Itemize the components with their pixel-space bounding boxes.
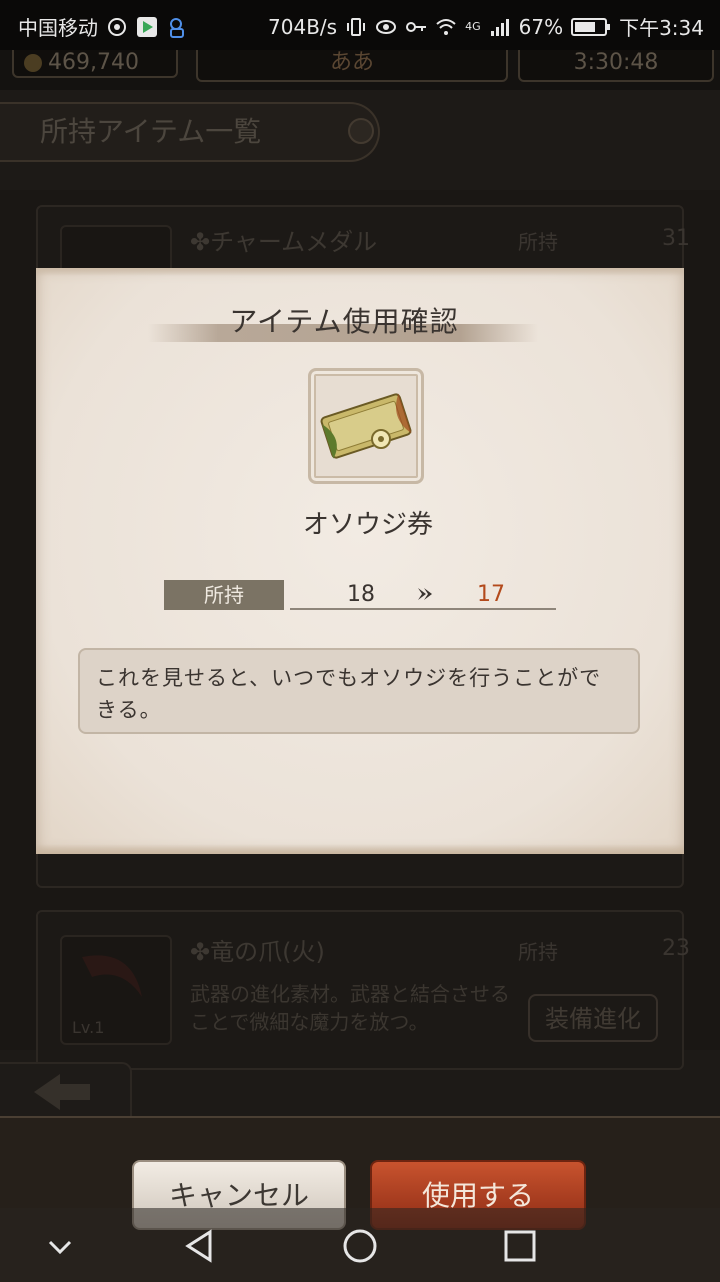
arrow-right-icon (418, 588, 432, 600)
item-thumbnail: Lv.1 (60, 935, 172, 1045)
item-own-label: 所持 (518, 940, 558, 964)
eye-icon (376, 19, 397, 34)
item-description: これを見せると、いつでもオソウジを行うことができる。 (78, 648, 640, 734)
back-arrow-icon (34, 1074, 90, 1110)
item-name-text: チャームメダル (210, 228, 378, 256)
item-count: 23 (662, 936, 690, 961)
dialog-edge (36, 268, 684, 276)
dialog-title: アイテム使用確認 (229, 305, 459, 338)
recents-icon[interactable] (502, 1228, 538, 1264)
title-ornament-icon (348, 118, 374, 144)
item-use-dialog: アイテム使用確認 オソウジ券 所持 18 17 これを見せると、いつでもオソウジ… (36, 268, 684, 854)
owned-underline (290, 608, 556, 610)
item-name: ✤竜の爪(火) (190, 938, 325, 966)
key-icon (406, 21, 427, 32)
coin-value: 469,740 (48, 50, 139, 75)
dialog-edge (36, 844, 684, 854)
carrier-name: 中国移动 (18, 16, 98, 40)
battery-icon (571, 17, 611, 36)
navigation-bar (0, 1208, 720, 1280)
status-bar: 中国移动 704B/s 4G 67% 下午3:34 (0, 0, 720, 50)
sync-icon (108, 17, 126, 36)
item-count: 31 (662, 226, 690, 251)
signal-icon (490, 18, 509, 36)
network-type: 4G (465, 20, 481, 33)
battery-percent: 67% (518, 14, 564, 39)
item-icon-frame (308, 368, 424, 484)
dragon-claw-icon (82, 955, 142, 997)
vibrate-icon (347, 17, 366, 36)
evolve-equipment-button[interactable]: 装備進化 (528, 994, 658, 1042)
owned-label: 所持 (164, 580, 284, 610)
owned-after-value: 17 (477, 582, 505, 607)
net-speed: 704B/s (268, 14, 338, 39)
back-tab[interactable] (0, 1062, 132, 1118)
clock: 下午3:34 (619, 16, 704, 40)
collapse-chevron-icon[interactable] (42, 1228, 78, 1264)
item-name-text: 竜の爪(火) (210, 938, 325, 966)
page-title: 所持アイテム一覧 (0, 102, 380, 162)
home-icon[interactable] (342, 1228, 378, 1264)
item-description: 武器の進化素材。武器と結合させることで微細な魔力を放つ。 (190, 982, 510, 1034)
item-level: Lv.1 (72, 1018, 105, 1037)
owned-before-value: 18 (347, 582, 375, 607)
coin-icon (24, 54, 42, 72)
back-icon[interactable] (182, 1228, 218, 1264)
play-store-icon (137, 16, 157, 37)
vpn-icon (170, 17, 184, 38)
ticket-icon (320, 393, 412, 459)
item-own-label: 所持 (518, 230, 558, 254)
item-name: オソウジ券 (302, 510, 433, 540)
wifi-icon (436, 18, 456, 35)
item-name: ✤チャームメダル (190, 228, 378, 256)
